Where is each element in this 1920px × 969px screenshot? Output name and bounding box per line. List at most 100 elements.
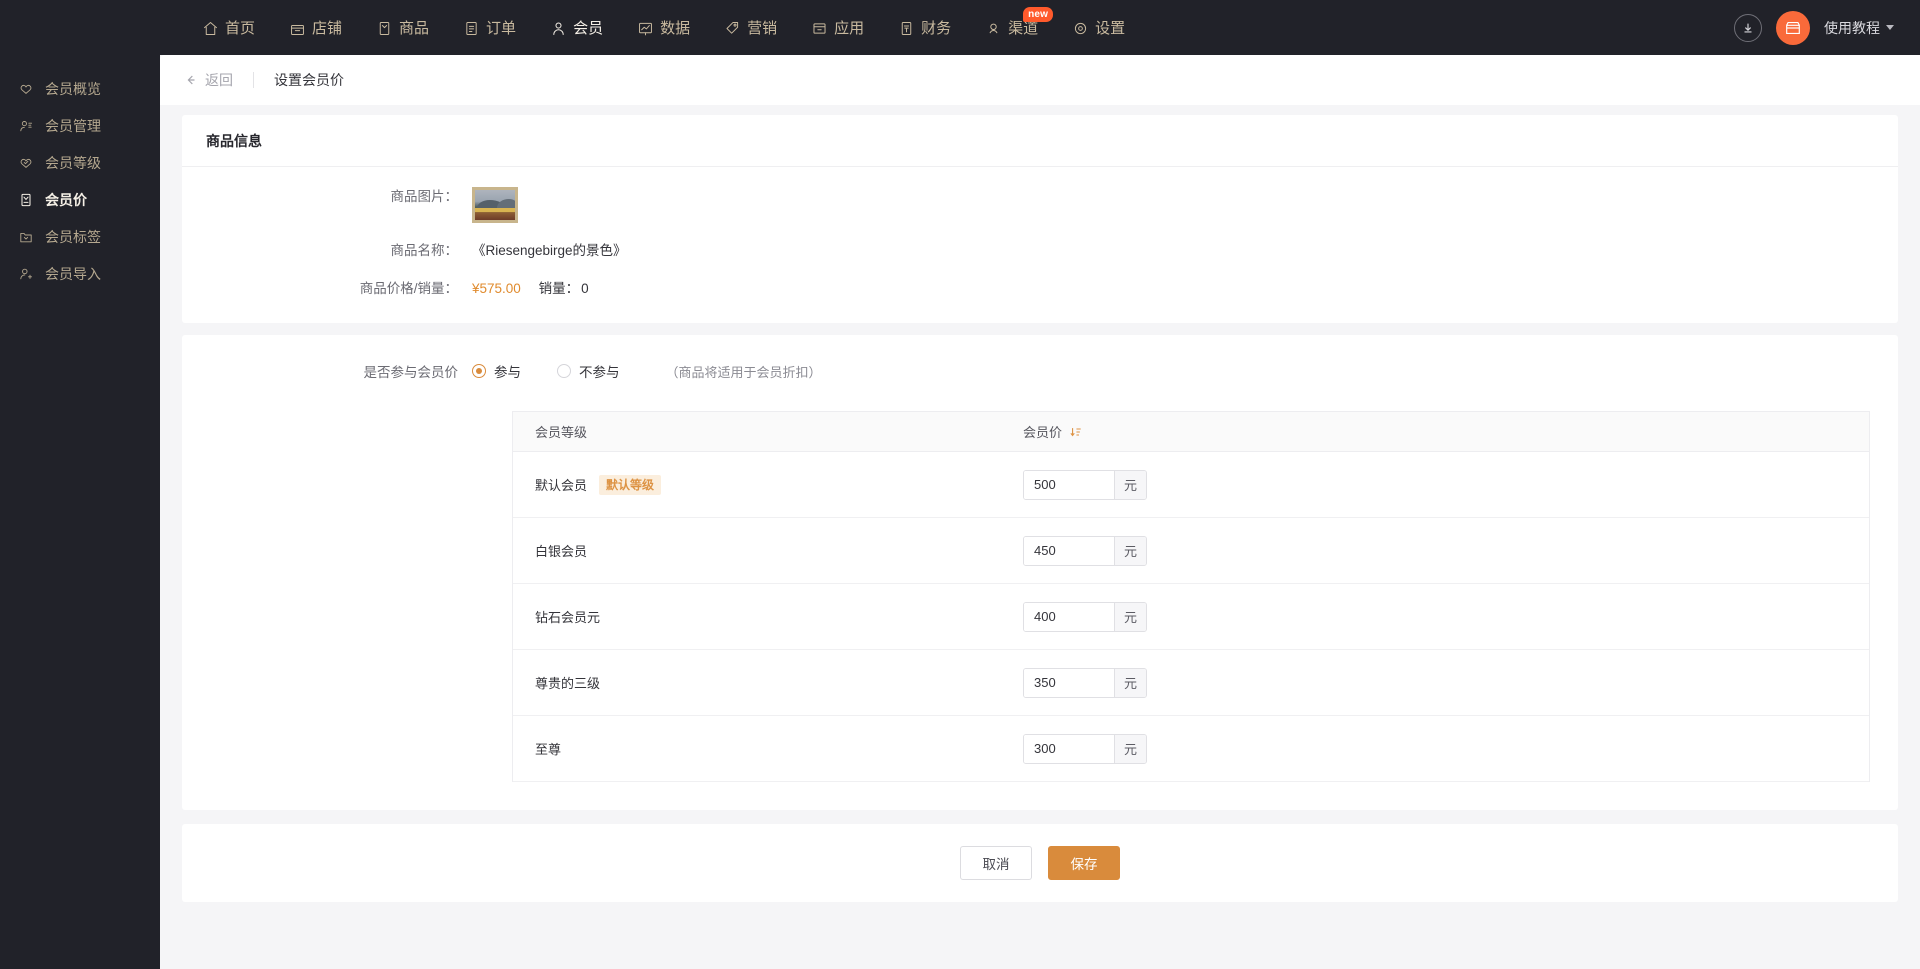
member-level-name: 白银会员 — [535, 544, 588, 559]
nav-item-label: 店铺 — [312, 20, 343, 37]
sidebar-item-label: 会员标签 — [45, 229, 101, 245]
radio-option-participate[interactable]: 参与 — [472, 361, 521, 381]
sidebar-item-label: 会员等级 — [45, 155, 101, 171]
table-row: 白银会员 元 — [513, 518, 1869, 584]
tutorial-menu[interactable]: 使用教程 — [1824, 18, 1894, 38]
table-row: 默认会员默认等级 元 — [513, 452, 1869, 518]
nav-item-应用[interactable]: 应用 — [794, 0, 881, 55]
product-sales-value: 0 — [581, 281, 589, 296]
member-level-cell: 至尊 — [513, 739, 1023, 758]
finance-icon — [898, 20, 915, 37]
folder-tag-icon — [18, 229, 34, 245]
nav-item-label: 营销 — [747, 20, 778, 37]
channel-icon — [985, 20, 1002, 37]
column-header-level: 会员等级 — [535, 425, 588, 440]
member-price-input-group[interactable]: 元 — [1023, 733, 1147, 764]
member-level-name: 至尊 — [535, 742, 562, 757]
member-price-input-group[interactable]: 元 — [1023, 535, 1147, 566]
nav-item-营销[interactable]: 营销 — [707, 0, 794, 55]
arrow-left-icon — [187, 75, 195, 85]
radio-option-not-participate[interactable]: 不参与 — [557, 361, 620, 381]
member-level-name: 默认会员 — [535, 478, 588, 493]
table-row: 至尊 元 — [513, 716, 1869, 782]
column-header-price-group: 会员价 — [1023, 422, 1082, 441]
sidebar-item-会员导入[interactable]: 会员导入 — [0, 256, 160, 292]
top-nav-items: 首页 店铺 商品 订单 会员 数据 营销 应用 财务 渠道 new 设置 — [185, 0, 1142, 55]
product-image-label: 商品图片： — [390, 189, 459, 204]
product-sales-label: 销量： — [538, 281, 580, 296]
page-header: 返回 设置会员价 — [160, 55, 1920, 105]
member-price-table-body: 默认会员默认等级元白银会员元钻石会员元元尊贵的三级元至尊元 — [513, 452, 1869, 782]
user-add-icon — [18, 266, 34, 282]
shop-icon — [289, 20, 306, 37]
radio-participate-label: 参与 — [494, 365, 521, 380]
member-price-input-group[interactable]: 元 — [1023, 601, 1147, 632]
product-info-card: 商品信息 商品图片： 商品名称： 《Riesengebirge的景色》 商品价格… — [182, 115, 1898, 323]
thumb-glow-band — [475, 208, 515, 212]
member-icon — [550, 20, 567, 37]
save-button[interactable]: 保存 — [1048, 846, 1120, 880]
nav-item-label: 会员 — [573, 20, 604, 37]
sidebar-item-label: 会员管理 — [45, 118, 101, 134]
app-icon — [811, 20, 828, 37]
nav-item-label: 设置 — [1095, 20, 1126, 37]
nav-item-设置[interactable]: 设置 — [1055, 0, 1142, 55]
member-price-input[interactable] — [1024, 602, 1114, 631]
chart-icon — [637, 20, 654, 37]
member-price-input[interactable] — [1024, 668, 1114, 697]
member-price-input-group[interactable]: 元 — [1023, 667, 1147, 698]
member-price-card: 是否参与会员价 参与 不参与 （商品将适用于会员折扣） 会员等级 会员价 默认会… — [182, 335, 1898, 810]
price-tag-icon — [18, 192, 34, 208]
nav-item-首页[interactable]: 首页 — [185, 0, 272, 55]
sort-descending-icon[interactable] — [1070, 426, 1082, 438]
nav-item-商品[interactable]: 商品 — [359, 0, 446, 55]
landscape-painting-thumbnail[interactable] — [472, 187, 518, 223]
left-sidebar: 会员概览会员管理会员等级会员价会员标签会员导入 — [0, 55, 160, 969]
nav-item-数据[interactable]: 数据 — [620, 0, 707, 55]
form-footer: 取消 保存 — [182, 824, 1898, 902]
member-price-input[interactable] — [1024, 536, 1114, 565]
sidebar-item-会员管理[interactable]: 会员管理 — [0, 108, 160, 144]
member-price-table: 会员等级 会员价 默认会员默认等级元白银会员元钻石会员元元尊贵的三级元至尊元 — [512, 411, 1870, 782]
order-icon — [463, 20, 480, 37]
default-level-badge: 默认等级 — [599, 474, 662, 495]
back-label: 返回 — [205, 72, 233, 88]
nav-item-会员[interactable]: 会员 — [533, 0, 620, 55]
sidebar-item-会员等级[interactable]: 会员等级 — [0, 145, 160, 181]
home-icon — [202, 20, 219, 37]
member-price-input[interactable] — [1024, 470, 1114, 499]
sidebar-item-会员概览[interactable]: 会员概览 — [0, 71, 160, 107]
member-price-input-group[interactable]: 元 — [1023, 469, 1147, 500]
heart-check-icon — [18, 155, 34, 171]
currency-unit-addon: 元 — [1114, 668, 1146, 697]
nav-item-店铺[interactable]: 店铺 — [272, 0, 359, 55]
cancel-button[interactable]: 取消 — [960, 846, 1032, 880]
member-level-cell: 尊贵的三级 — [513, 673, 1023, 692]
sidebar-item-会员价[interactable]: 会员价 — [0, 182, 160, 218]
participate-hint: （商品将适用于会员折扣） — [665, 364, 822, 380]
nav-item-财务[interactable]: 财务 — [881, 0, 968, 55]
nav-item-label: 首页 — [225, 20, 256, 37]
product-name-value: 《Riesengebirge的景色》 — [472, 243, 627, 258]
member-level-cell: 白银会员 — [513, 541, 1023, 560]
nav-item-label: 商品 — [399, 20, 430, 37]
nav-item-渠道[interactable]: 渠道 new — [968, 0, 1055, 55]
main-content: 返回 设置会员价 商品信息 商品图片： 商品名称： 《Riesengebirge… — [160, 55, 1920, 969]
page-title: 设置会员价 — [274, 72, 344, 88]
header-divider — [253, 72, 254, 88]
store-avatar-icon[interactable] — [1776, 10, 1810, 45]
tutorial-label: 使用教程 — [1824, 19, 1880, 36]
sidebar-item-label: 会员价 — [45, 192, 87, 208]
member-level-name: 尊贵的三级 — [535, 676, 601, 691]
sidebar-item-会员标签[interactable]: 会员标签 — [0, 219, 160, 255]
nav-item-订单[interactable]: 订单 — [446, 0, 533, 55]
product-price-sales-label: 商品价格/销量： — [359, 281, 458, 296]
product-name-label: 商品名称： — [390, 243, 459, 258]
back-button[interactable]: 返回 — [184, 70, 233, 90]
table-row: 钻石会员元 元 — [513, 584, 1869, 650]
top-navigation-bar: 首页 店铺 商品 订单 会员 数据 营销 应用 财务 渠道 new 设置 使用教程 — [0, 0, 1920, 55]
download-icon[interactable] — [1734, 13, 1762, 42]
nav-item-label: 数据 — [660, 20, 691, 37]
member-price-input[interactable] — [1024, 734, 1114, 763]
nav-item-label: 应用 — [834, 20, 865, 37]
